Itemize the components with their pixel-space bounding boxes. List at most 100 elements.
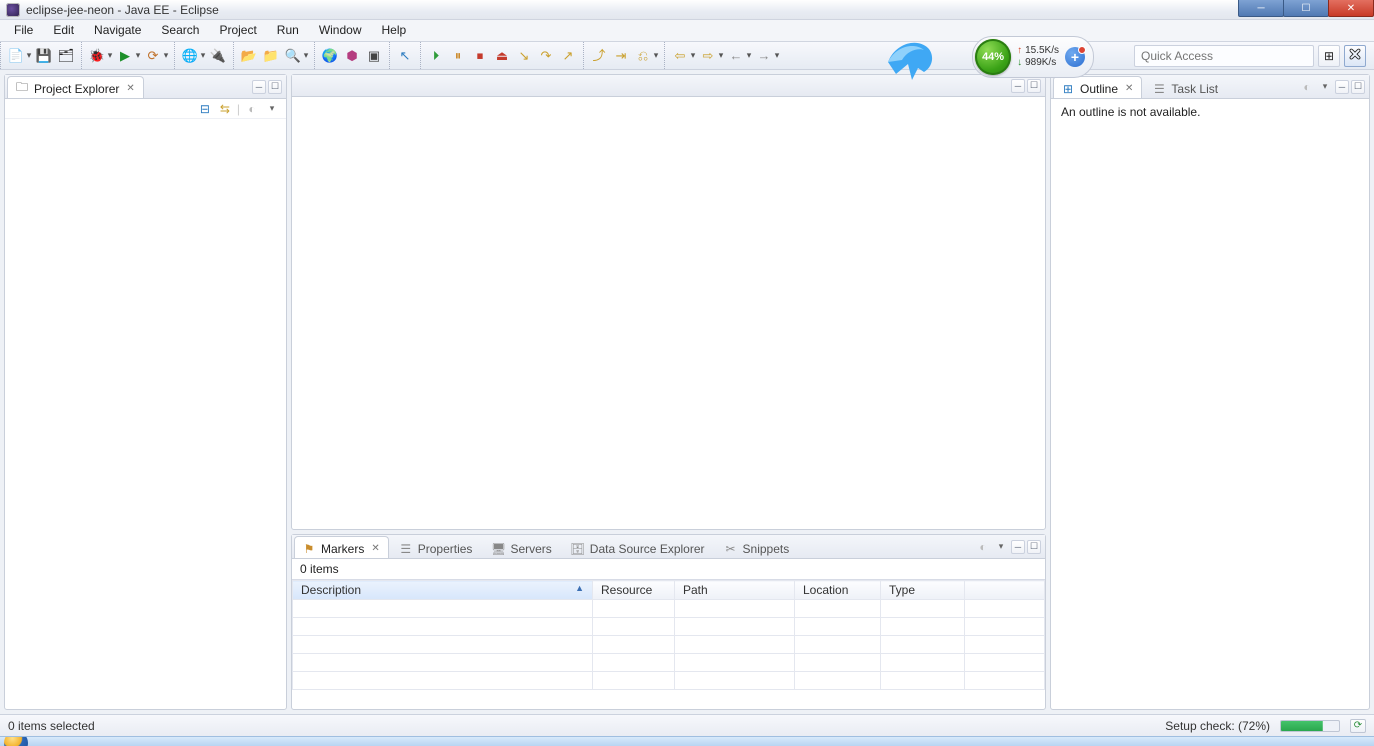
focus-task-icon[interactable]: ◐: [1299, 79, 1315, 95]
minimize-view-button[interactable]: ─: [1335, 80, 1349, 94]
open-perspective-button[interactable]: ⊞: [1318, 45, 1340, 67]
maximize-view-button[interactable]: ☐: [268, 80, 282, 94]
bp-dropdown[interactable]: ▾: [652, 50, 660, 61]
run-icon[interactable]: ▶: [116, 47, 134, 65]
resume-icon[interactable]: ⏵: [427, 47, 445, 65]
menu-run[interactable]: Run: [267, 20, 309, 41]
select-icon[interactable]: ↖: [396, 47, 414, 65]
link-editor-icon[interactable]: ⇆: [217, 101, 233, 117]
tab-servers[interactable]: 🖥Servers: [483, 536, 560, 558]
fwd-icon[interactable]: →: [755, 47, 773, 65]
focus-task-icon[interactable]: ◐: [975, 539, 991, 555]
close-icon[interactable]: ✕: [126, 83, 134, 94]
table-row[interactable]: [293, 636, 1045, 654]
new-dropdown[interactable]: ▾: [25, 50, 33, 61]
menu-edit[interactable]: Edit: [43, 20, 84, 41]
minimize-view-button[interactable]: ─: [1011, 540, 1025, 554]
table-row[interactable]: [293, 618, 1045, 636]
new-server-icon[interactable]: 🌐: [181, 47, 199, 65]
suspend-icon[interactable]: ⏸: [449, 47, 467, 65]
tab-dse[interactable]: 🗄Data Source Explorer: [563, 536, 714, 558]
markers-table[interactable]: Description▲ResourcePathLocationType: [292, 579, 1045, 709]
step-filter-icon[interactable]: ⇥: [612, 47, 630, 65]
minimize-editor-button[interactable]: ─: [1011, 79, 1025, 93]
add-button[interactable]: +: [1065, 47, 1085, 67]
menu-project[interactable]: Project: [209, 20, 266, 41]
prev-icon[interactable]: ⇦: [671, 47, 689, 65]
step-return-icon[interactable]: ↗: [559, 47, 577, 65]
new-icon[interactable]: 📄: [7, 47, 25, 65]
editor-body[interactable]: [292, 97, 1045, 529]
table-row[interactable]: [293, 672, 1045, 690]
maximize-button[interactable]: ☐: [1283, 0, 1329, 17]
step-into-icon[interactable]: ↘: [515, 47, 533, 65]
minimize-view-button[interactable]: ─: [252, 80, 266, 94]
menu-file[interactable]: File: [4, 20, 43, 41]
start-button[interactable]: [4, 736, 28, 746]
tab-properties[interactable]: ☰Properties: [391, 536, 482, 558]
drop-frame-icon[interactable]: ⤴: [590, 47, 608, 65]
menu-navigate[interactable]: Navigate: [84, 20, 151, 41]
outline-tab[interactable]: ⊞ Outline ✕: [1053, 76, 1142, 98]
search-dropdown[interactable]: ▾: [302, 50, 310, 61]
search-icon[interactable]: 🔍: [284, 47, 302, 65]
bp-toggle-icon[interactable]: ⎌: [634, 47, 652, 65]
menu-help[interactable]: Help: [372, 20, 417, 41]
close-icon[interactable]: ✕: [1125, 83, 1133, 94]
project-explorer-tab[interactable]: 🗀 Project Explorer ✕: [7, 76, 144, 98]
next-icon[interactable]: ⇨: [699, 47, 717, 65]
col-location[interactable]: Location: [795, 581, 881, 600]
col-path[interactable]: Path: [675, 581, 795, 600]
tasklist-tab[interactable]: ☰ Task List: [1144, 76, 1227, 98]
new-conn-icon[interactable]: 🔌: [209, 47, 227, 65]
prev-dropdown[interactable]: ▾: [689, 50, 697, 61]
maximize-editor-button[interactable]: ☐: [1027, 79, 1041, 93]
project-explorer-body[interactable]: [5, 119, 286, 709]
network-monitor-overlay[interactable]: 44% 15.5K/s 989K/s +: [972, 36, 1094, 78]
menu-window[interactable]: Window: [309, 20, 372, 41]
progress-bar[interactable]: [1280, 720, 1340, 732]
java-ee-perspective-button[interactable]: 🯀: [1344, 45, 1366, 67]
focus-task-icon[interactable]: ◐: [244, 101, 260, 117]
collapse-all-icon[interactable]: ⊟: [197, 101, 213, 117]
close-icon[interactable]: ✕: [371, 543, 379, 554]
view-menu-icon[interactable]: ▾: [264, 101, 280, 117]
fwd-dropdown[interactable]: ▾: [773, 50, 781, 61]
terminal-icon[interactable]: ▣: [365, 47, 383, 65]
menu-search[interactable]: Search: [151, 20, 209, 41]
disconnect-icon[interactable]: ⏏: [493, 47, 511, 65]
table-row[interactable]: [293, 654, 1045, 672]
debug-icon[interactable]: 🐞: [88, 47, 106, 65]
back-icon[interactable]: ←: [727, 47, 745, 65]
open-type-icon[interactable]: 📂: [240, 47, 258, 65]
os-taskbar[interactable]: [0, 736, 1374, 746]
new-server-dropdown[interactable]: ▾: [199, 50, 207, 61]
maximize-view-button[interactable]: ☐: [1351, 80, 1365, 94]
tab-markers[interactable]: ⚑Markers✕: [294, 536, 389, 558]
view-menu-icon[interactable]: ▾: [1317, 79, 1333, 95]
web-browser-icon[interactable]: 🌍: [321, 47, 339, 65]
maximize-view-button[interactable]: ☐: [1027, 540, 1041, 554]
run-dropdown[interactable]: ▾: [134, 50, 142, 61]
col-description[interactable]: Description▲: [293, 581, 593, 600]
jpa-icon[interactable]: ⬢: [343, 47, 361, 65]
close-button[interactable]: ✕: [1328, 0, 1374, 17]
minimize-button[interactable]: ─: [1238, 0, 1284, 17]
debug-dropdown[interactable]: ▾: [106, 50, 114, 61]
table-row[interactable]: [293, 600, 1045, 618]
updates-icon[interactable]: ⟳: [1350, 719, 1366, 733]
next-dropdown[interactable]: ▾: [717, 50, 725, 61]
run-last-icon[interactable]: ⟳: [144, 47, 162, 65]
back-dropdown[interactable]: ▾: [745, 50, 753, 61]
col-type[interactable]: Type: [881, 581, 965, 600]
col-resource[interactable]: Resource: [593, 581, 675, 600]
save-icon[interactable]: 💾: [35, 47, 53, 65]
terminate-icon[interactable]: ⏹: [471, 47, 489, 65]
quick-access-input[interactable]: [1134, 45, 1314, 67]
run-last-dropdown[interactable]: ▾: [162, 50, 170, 61]
step-over-icon[interactable]: ↷: [537, 47, 555, 65]
tab-snippets[interactable]: ✂Snippets: [716, 536, 799, 558]
view-menu-icon[interactable]: ▾: [993, 539, 1009, 555]
open-task-icon[interactable]: 📁: [262, 47, 280, 65]
save-all-icon[interactable]: 🗂: [57, 47, 75, 65]
